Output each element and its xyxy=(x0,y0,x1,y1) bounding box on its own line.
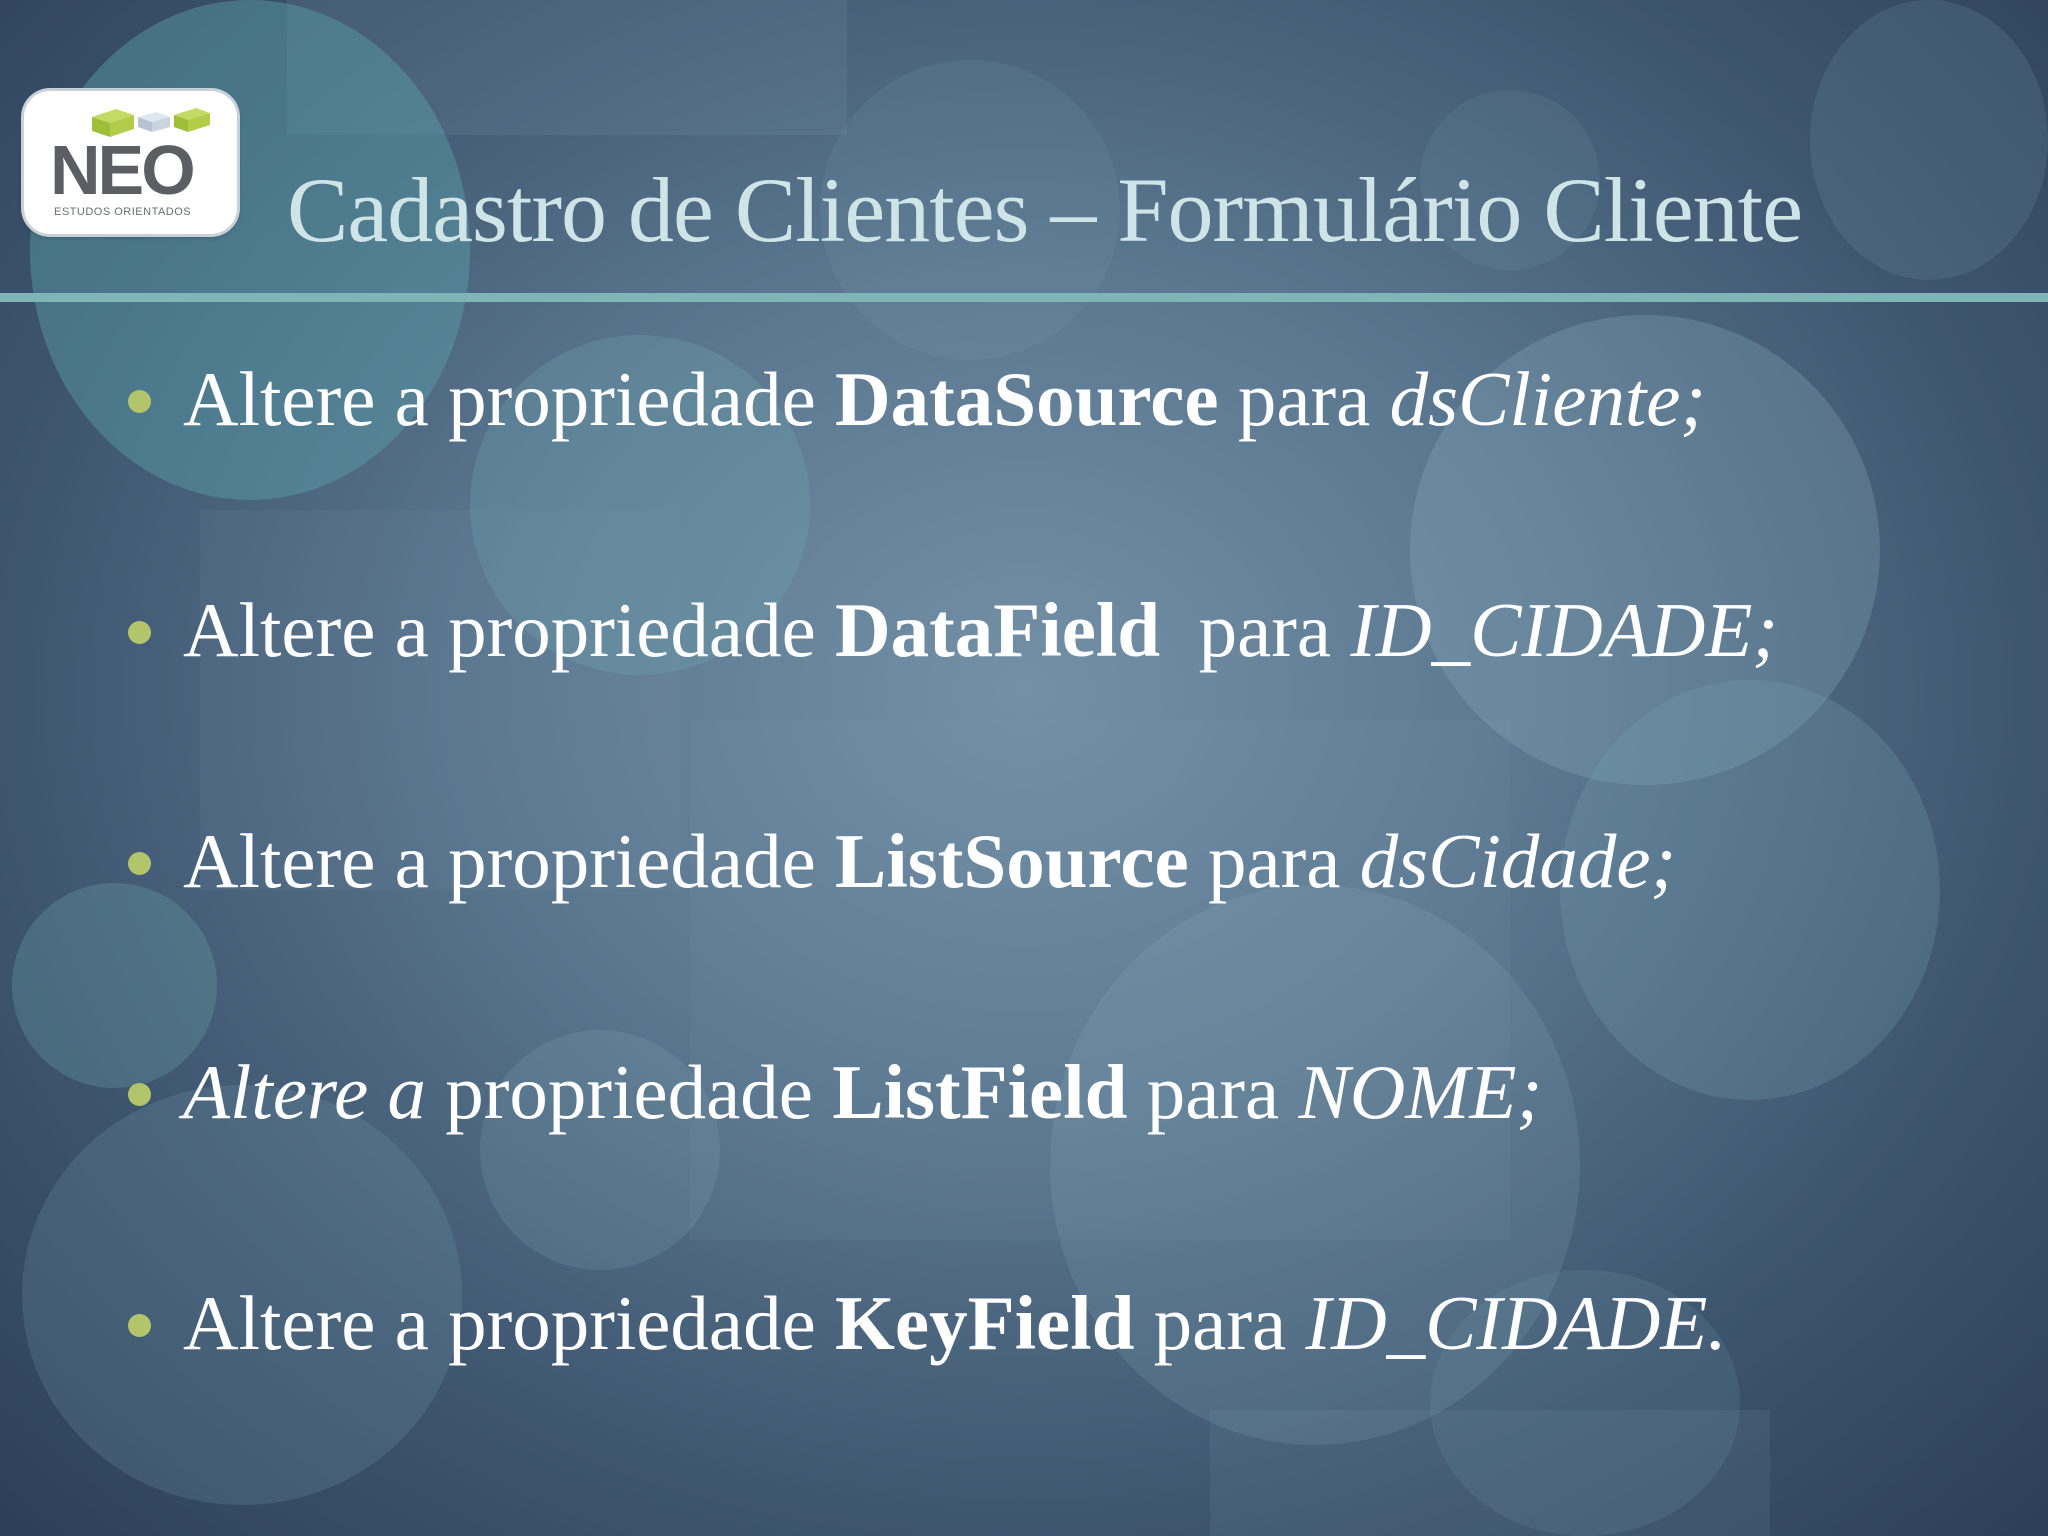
bullet-connector: para xyxy=(1188,817,1360,904)
bullet-prefix: Altere a propriedade xyxy=(183,1279,836,1366)
neo-logo: NEO ESTUDOS ORIENTADOS xyxy=(24,91,237,234)
bullet-value: ID_CIDADE; xyxy=(1350,586,1779,673)
bullet-item: Altere a propriedade ListField para NOME… xyxy=(128,1042,1542,1142)
bullet-icon xyxy=(128,389,151,413)
bullet-item: Altere a propriedade DataSource para dsC… xyxy=(128,349,1706,449)
logo-tagline: ESTUDOS ORIENTADOS xyxy=(54,206,192,218)
bullet-value: ID_CIDADE. xyxy=(1305,1279,1727,1366)
logo-wordmark: NEO xyxy=(50,131,196,209)
bullet-item: Altere a propriedade DataField para ID_C… xyxy=(128,580,1778,680)
bullet-property: DataSource xyxy=(835,355,1219,442)
bullet-connector: para xyxy=(1218,355,1390,442)
bullet-prefix: Altere a propriedade xyxy=(183,586,836,673)
bullet-item: Altere a propriedade ListSource para dsC… xyxy=(128,811,1676,911)
slide: NEO ESTUDOS ORIENTADOS Cadastro de Clien… xyxy=(0,0,2048,1536)
background-panel xyxy=(1210,1410,1770,1536)
bullet-property: ListSource xyxy=(835,817,1189,904)
bullet-icon xyxy=(128,1082,151,1106)
background-panel xyxy=(690,720,1510,1240)
bullet-connector: para xyxy=(1127,1048,1299,1135)
bullet-connector: para xyxy=(1134,1279,1306,1366)
bullet-property: DataField xyxy=(835,586,1161,673)
bokeh-circle xyxy=(1810,0,2048,280)
title-divider xyxy=(0,293,2048,302)
bullet-prefix: Altere a propriedade xyxy=(183,817,836,904)
background-panel xyxy=(287,0,847,135)
bullet-property: KeyField xyxy=(835,1279,1135,1366)
bullet-icon xyxy=(128,851,151,875)
bullet-icon xyxy=(128,620,151,644)
bullet-prefix-italic: Altere a xyxy=(183,1048,427,1135)
bullet-prefix: propriedade xyxy=(426,1048,833,1135)
bullet-prefix: Altere a propriedade xyxy=(183,355,836,442)
bullet-value: NOME; xyxy=(1298,1048,1543,1135)
bullet-connector: para xyxy=(1160,586,1351,673)
slide-title: Cadastro de Clientes – Formulário Client… xyxy=(287,159,1803,261)
bullet-value: dsCidade; xyxy=(1359,817,1677,904)
bullet-value: dsCliente; xyxy=(1389,355,1707,442)
bullet-item: Altere a propriedade KeyField para ID_CI… xyxy=(128,1273,1727,1373)
bullet-property: ListField xyxy=(832,1048,1128,1135)
bullet-icon xyxy=(128,1313,151,1337)
